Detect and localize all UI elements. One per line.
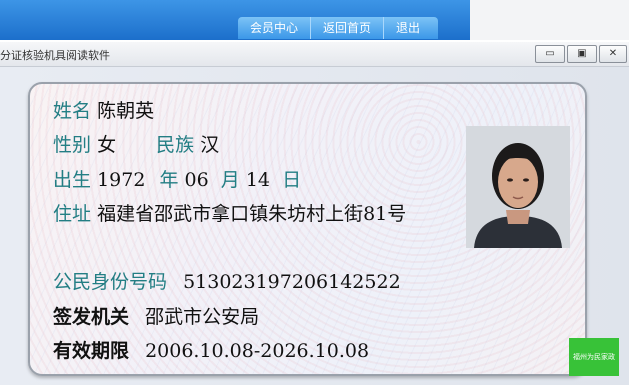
validity-label: 有效期限 bbox=[53, 340, 130, 362]
authority-value: 邵武市公安局 bbox=[145, 306, 260, 328]
name-row: 姓名 陈朝英 bbox=[53, 96, 154, 123]
nav-home-link[interactable]: 返回首页 bbox=[311, 17, 385, 39]
birth-row: 出生 1972 年 06 月 14 日 bbox=[53, 165, 301, 192]
id-number-label: 公民身份号码 bbox=[53, 271, 168, 293]
name-value: 陈朝英 bbox=[97, 100, 155, 122]
sex-value: 女 bbox=[97, 134, 117, 156]
window-controls: ▭ ▣ ✕ bbox=[535, 45, 627, 63]
address-value: 福建省邵武市拿口镇朱坊村上街81号 bbox=[97, 203, 407, 225]
authority-label: 签发机关 bbox=[53, 306, 130, 328]
name-label: 姓名 bbox=[53, 100, 92, 122]
address-label: 住址 bbox=[53, 203, 92, 225]
birth-month: 06 bbox=[184, 169, 209, 191]
birth-day: 14 bbox=[245, 169, 271, 191]
authority-row: 签发机关 邵武市公安局 bbox=[53, 302, 259, 329]
day-label: 日 bbox=[282, 169, 302, 191]
year-label: 年 bbox=[159, 169, 179, 191]
top-nav: 会员中心 返回首页 退出 bbox=[238, 17, 439, 39]
id-number-value: 513023197206142522 bbox=[183, 271, 401, 293]
sex-row: 性别 女 民族 汉 bbox=[53, 130, 219, 157]
window-client-area: 姓名 陈朝英 性别 女 民族 汉 出生 1972 年 06 月 14 日 住址 … bbox=[0, 67, 629, 385]
nav-member-center-link[interactable]: 会员中心 bbox=[238, 17, 312, 39]
window-titlebar: 分证核验机具阅读软件 ▭ ▣ ✕ bbox=[0, 42, 629, 67]
maximize-button[interactable]: ▣ bbox=[567, 45, 597, 63]
ethnic-value: 汉 bbox=[200, 134, 220, 156]
month-label: 月 bbox=[220, 169, 240, 191]
minimize-button[interactable]: ▭ bbox=[535, 45, 565, 63]
ethnic-label: 民族 bbox=[156, 134, 195, 156]
validity-value: 2006.10.08-2026.10.08 bbox=[145, 340, 370, 362]
nav-logout-link[interactable]: 退出 bbox=[384, 17, 438, 39]
green-badge[interactable]: 福州为民家政 bbox=[569, 338, 619, 376]
birth-year: 1972 bbox=[97, 169, 146, 191]
top-header-right bbox=[470, 0, 629, 40]
id-number-row: 公民身份号码 513023197206142522 bbox=[53, 267, 401, 294]
address-row: 住址 福建省邵武市拿口镇朱坊村上街81号 bbox=[53, 199, 406, 226]
sex-label: 性别 bbox=[53, 134, 92, 156]
id-card: 姓名 陈朝英 性别 女 民族 汉 出生 1972 年 06 月 14 日 住址 … bbox=[28, 82, 587, 376]
close-button[interactable]: ✕ bbox=[599, 45, 627, 63]
reader-window: 分证核验机具阅读软件 ▭ ▣ ✕ 姓名 陈朝英 性别 女 民族 汉 出生 197… bbox=[0, 42, 629, 385]
portrait-photo-icon bbox=[466, 126, 570, 248]
birth-label: 出生 bbox=[53, 169, 92, 191]
validity-row: 有效期限 2006.10.08-2026.10.08 bbox=[53, 336, 369, 363]
window-title: 分证核验机具阅读软件 bbox=[0, 49, 110, 62]
